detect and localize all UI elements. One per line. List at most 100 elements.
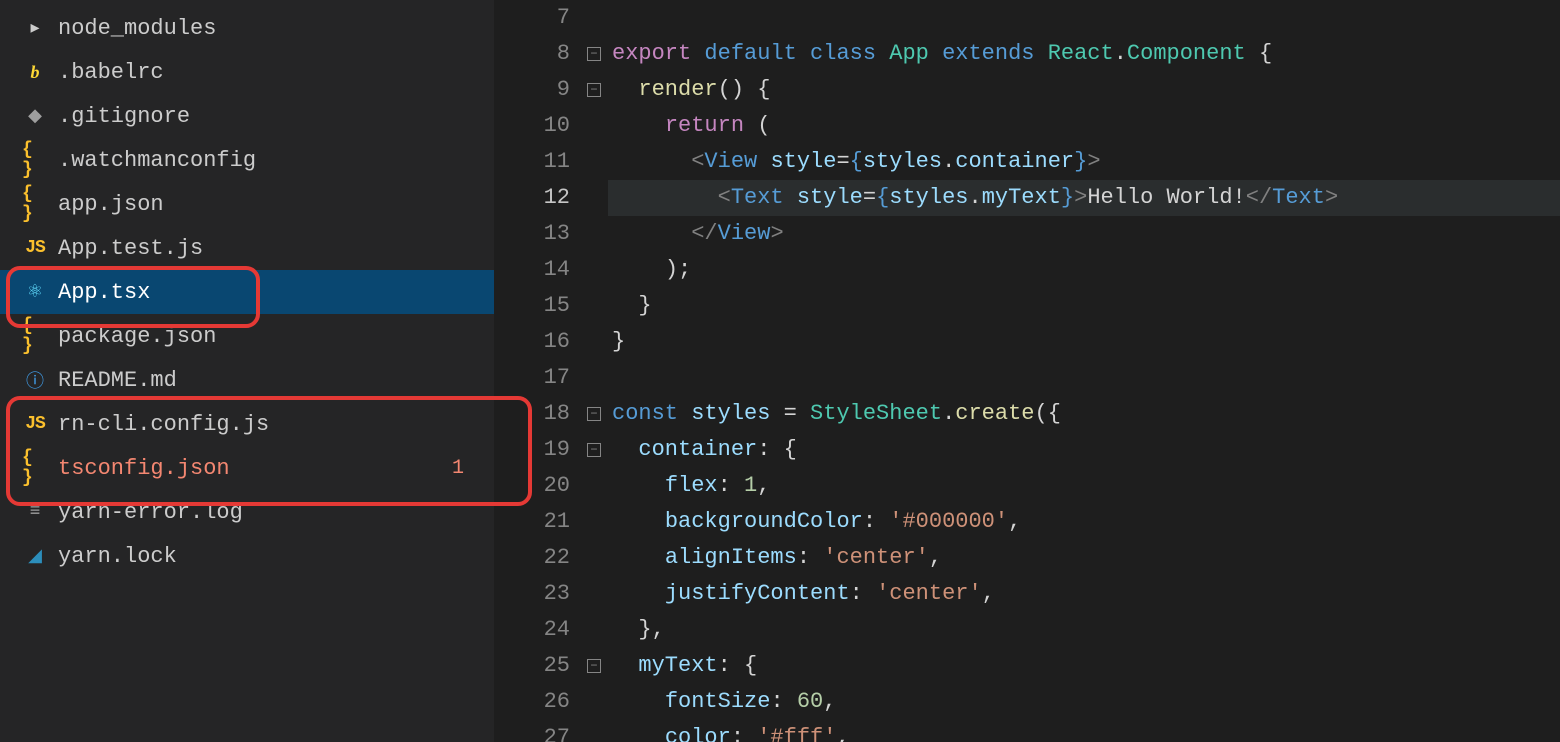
- line-number: 21: [494, 504, 570, 540]
- code-line[interactable]: }: [608, 324, 1560, 360]
- file-item-package-json[interactable]: { }package.json: [0, 314, 494, 358]
- code-line[interactable]: return (: [608, 108, 1560, 144]
- fold-marker: [580, 504, 608, 540]
- line-number: 7: [494, 0, 570, 36]
- file-name: README.md: [58, 368, 494, 393]
- code-line[interactable]: render() {: [608, 72, 1560, 108]
- code-line[interactable]: </View>: [608, 216, 1560, 252]
- line-number: 20: [494, 468, 570, 504]
- fold-marker: [580, 468, 608, 504]
- code-line[interactable]: const styles = StyleSheet.create({: [608, 396, 1560, 432]
- fold-marker: [580, 144, 608, 180]
- fold-marker[interactable]: −: [580, 432, 608, 468]
- code-line[interactable]: myText: {: [608, 648, 1560, 684]
- log-icon: ≡: [22, 502, 48, 522]
- code-line[interactable]: alignItems: 'center',: [608, 540, 1560, 576]
- file-name: App.tsx: [58, 280, 494, 305]
- fold-marker: [580, 540, 608, 576]
- line-number: 10: [494, 108, 570, 144]
- braces-icon: { }: [22, 140, 48, 180]
- fold-marker: [580, 324, 608, 360]
- file-item--gitignore[interactable]: ◆ .gitignore: [0, 94, 494, 138]
- file-name: node_modules: [58, 16, 494, 41]
- code-line[interactable]: color: '#fff',: [608, 720, 1560, 742]
- fold-marker[interactable]: −: [580, 72, 608, 108]
- line-number: 14: [494, 252, 570, 288]
- fold-marker: [580, 216, 608, 252]
- code-area[interactable]: export default class App extends React.C…: [608, 0, 1560, 742]
- fold-marker[interactable]: −: [580, 396, 608, 432]
- line-number: 17: [494, 360, 570, 396]
- code-line[interactable]: backgroundColor: '#000000',: [608, 504, 1560, 540]
- line-number-gutter: 789101112131415161718192021222324252627: [494, 0, 580, 742]
- file-name: .gitignore: [58, 104, 494, 129]
- code-line[interactable]: );: [608, 252, 1560, 288]
- line-number: 18: [494, 396, 570, 432]
- code-line[interactable]: }: [608, 288, 1560, 324]
- line-number: 26: [494, 684, 570, 720]
- file-item-yarn-lock[interactable]: ◢yarn.lock: [0, 534, 494, 578]
- line-number: 22: [494, 540, 570, 576]
- code-line[interactable]: [608, 0, 1560, 36]
- file-item-node-modules[interactable]: ▸ node_modules: [0, 6, 494, 50]
- file-item--watchmanconfig[interactable]: { }.watchmanconfig: [0, 138, 494, 182]
- git-icon: ◆: [22, 105, 48, 127]
- babel-icon: b: [22, 62, 48, 83]
- file-name: App.test.js: [58, 236, 494, 261]
- code-line[interactable]: fontSize: 60,: [608, 684, 1560, 720]
- code-line[interactable]: [608, 360, 1560, 396]
- code-line[interactable]: container: {: [608, 432, 1560, 468]
- fold-marker: [580, 684, 608, 720]
- file-name: yarn.lock: [58, 544, 494, 569]
- file-name: .babelrc: [58, 60, 494, 85]
- line-number: 27: [494, 720, 570, 742]
- code-line[interactable]: },: [608, 612, 1560, 648]
- file-item--babelrc[interactable]: b .babelrc: [0, 50, 494, 94]
- code-line[interactable]: justifyContent: 'center',: [608, 576, 1560, 612]
- code-line[interactable]: <Text style={styles.myText}>Hello World!…: [608, 180, 1560, 216]
- line-number: 25: [494, 648, 570, 684]
- line-number: 16: [494, 324, 570, 360]
- file-name: app.json: [58, 192, 494, 217]
- fold-marker: [580, 0, 608, 36]
- code-line[interactable]: flex: 1,: [608, 468, 1560, 504]
- file-item-readme-md[interactable]: ⓘ README.md: [0, 358, 494, 402]
- app-root: ▸ node_modulesb .babelrc ◆ .gitignore { }.wat…: [0, 0, 1560, 742]
- chevron-right-icon: ▸: [22, 17, 48, 39]
- fold-marker: [580, 180, 608, 216]
- file-item-rn-cli-config-js[interactable]: JS rn-cli.config.js: [0, 402, 494, 446]
- fold-marker: [580, 720, 608, 742]
- file-name: rn-cli.config.js: [58, 412, 494, 437]
- code-line[interactable]: export default class App extends React.C…: [608, 36, 1560, 72]
- braces-icon: { }: [22, 184, 48, 224]
- line-number: 9: [494, 72, 570, 108]
- line-number: 11: [494, 144, 570, 180]
- file-item-app-test-js[interactable]: JS App.test.js: [0, 226, 494, 270]
- react-icon: ⚛: [22, 281, 48, 303]
- line-number: 24: [494, 612, 570, 648]
- fold-marker[interactable]: −: [580, 648, 608, 684]
- fold-marker: [580, 576, 608, 612]
- fold-column: −−−−−: [580, 0, 608, 742]
- fold-marker: [580, 252, 608, 288]
- js-icon: JS: [22, 414, 48, 434]
- line-number: 19: [494, 432, 570, 468]
- code-editor[interactable]: 789101112131415161718192021222324252627 …: [494, 0, 1560, 742]
- code-line[interactable]: <View style={styles.container}>: [608, 144, 1560, 180]
- file-item-app-json[interactable]: { } app.json: [0, 182, 494, 226]
- fold-marker: [580, 108, 608, 144]
- file-item-yarn-error-log[interactable]: ≡yarn-error.log: [0, 490, 494, 534]
- fold-marker[interactable]: −: [580, 36, 608, 72]
- file-explorer: ▸ node_modulesb .babelrc ◆ .gitignore { }.wat…: [0, 0, 494, 742]
- file-item-app-tsx[interactable]: ⚛ App.tsx: [0, 270, 494, 314]
- js-icon: JS: [22, 238, 48, 258]
- info-icon: ⓘ: [22, 367, 48, 393]
- line-number: 8: [494, 36, 570, 72]
- file-item-tsconfig-json[interactable]: { }tsconfig.json1: [0, 446, 494, 490]
- fold-marker: [580, 612, 608, 648]
- line-number: 23: [494, 576, 570, 612]
- file-name: tsconfig.json: [58, 456, 452, 481]
- file-name: package.json: [58, 324, 494, 349]
- fold-marker: [580, 360, 608, 396]
- error-count-badge: 1: [452, 457, 464, 480]
